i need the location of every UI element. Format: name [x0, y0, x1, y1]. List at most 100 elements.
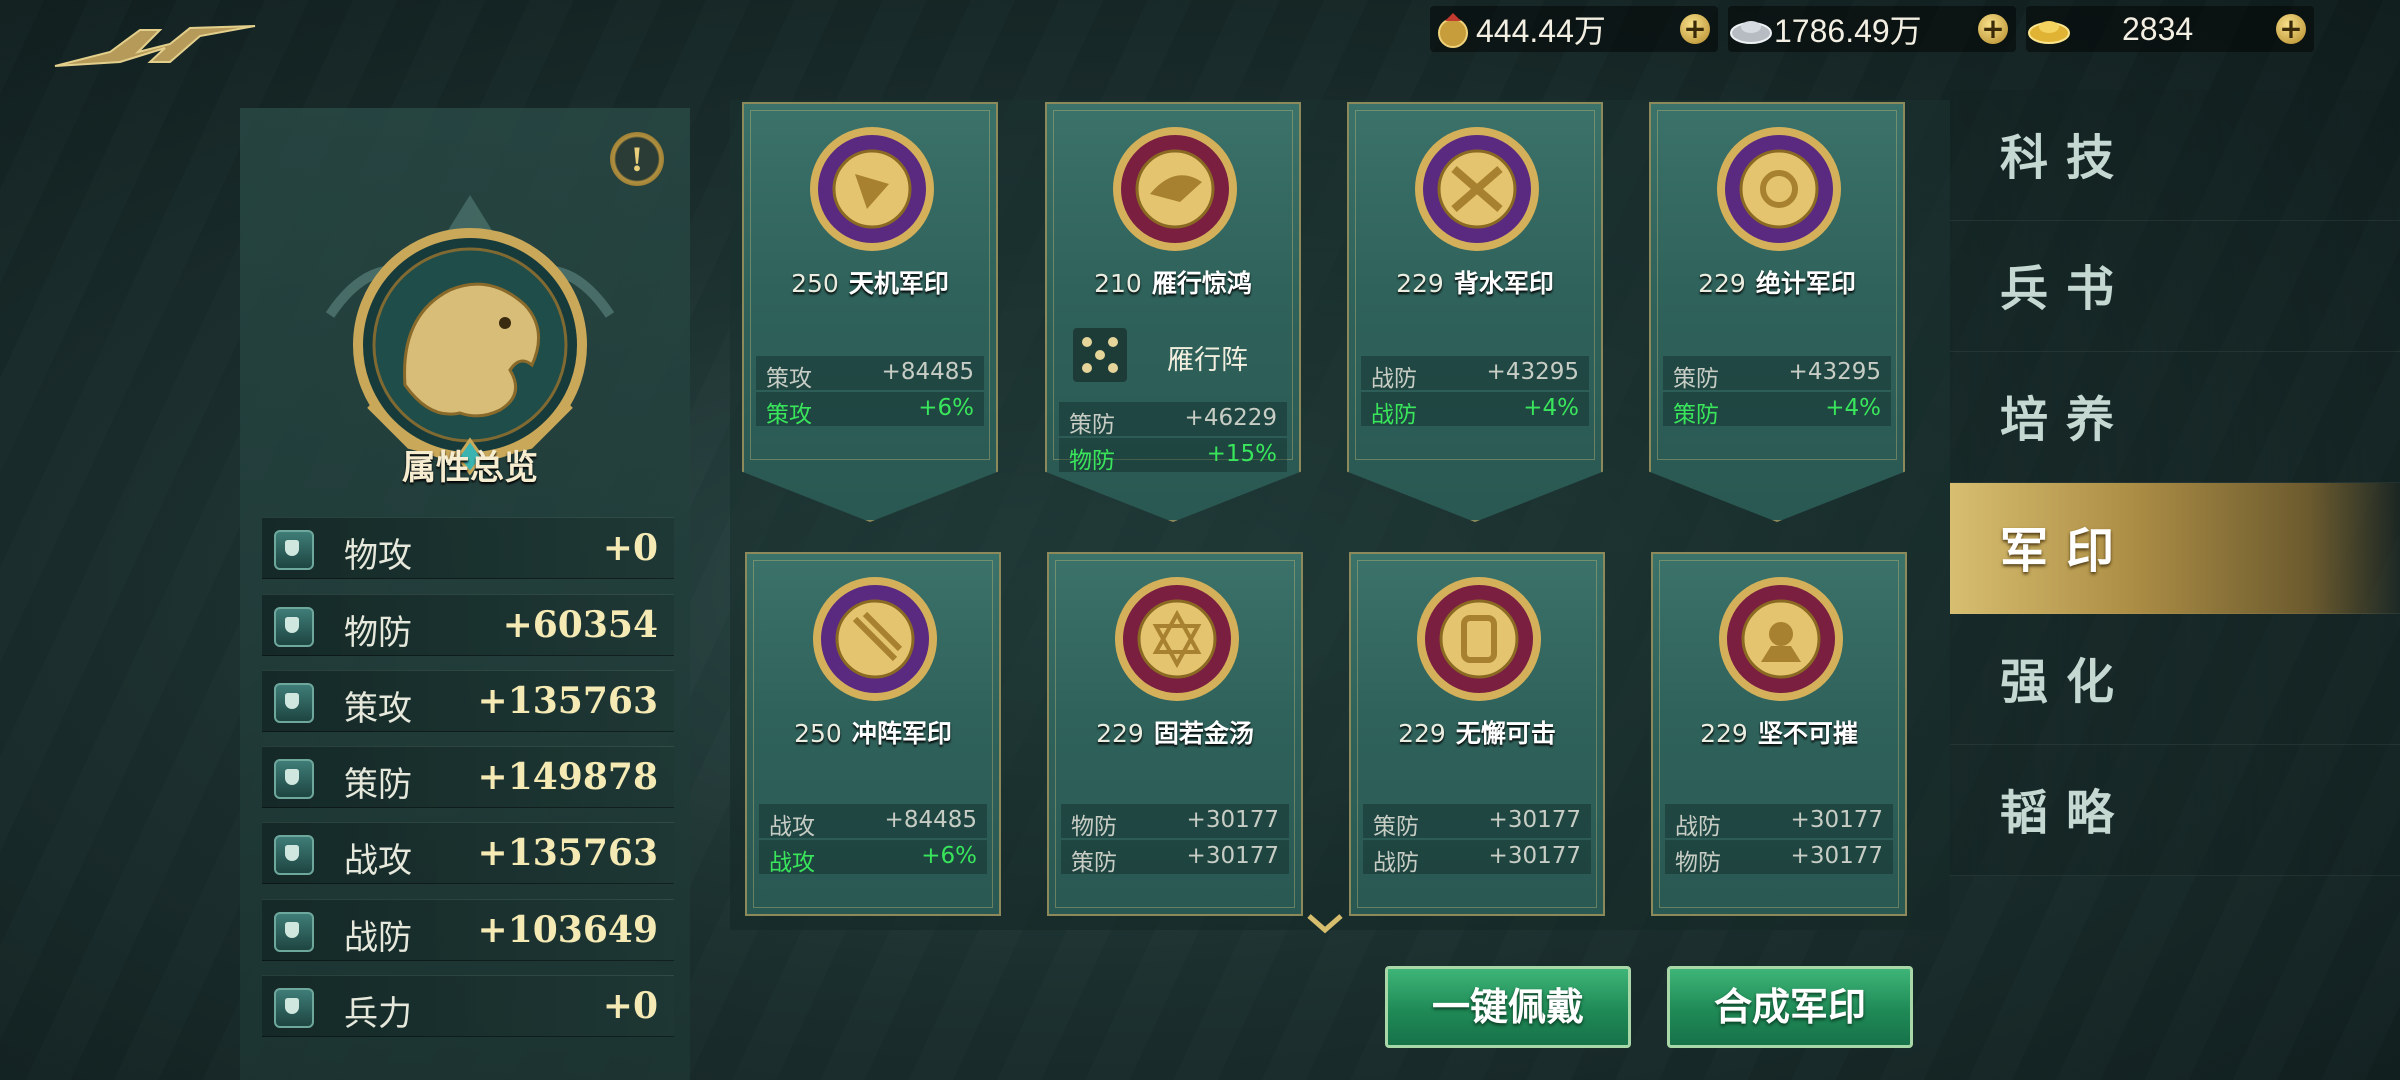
stat-value: +135763 [477, 832, 658, 874]
seal-medal-icon [1115, 577, 1239, 701]
scroll-down-chevron-icon[interactable] [1305, 912, 1345, 936]
gold-ingot-icon [2026, 6, 2072, 52]
seal-bonus-row: 战攻 +6% [759, 840, 987, 876]
stat-value: +0 [602, 527, 658, 569]
horse-icon [274, 835, 314, 875]
stat-key: 战防 [1373, 850, 1419, 876]
seal-title: 229 背水军印 [1349, 264, 1601, 300]
seal-medal-icon [1113, 127, 1237, 251]
seal-stat-row: 战攻 +84485 [759, 804, 987, 840]
stat-key: 策防 [1071, 850, 1117, 876]
tab-label: 强化 [2000, 654, 2133, 710]
seal-level: 229 [1396, 269, 1444, 298]
tab-label: 军印 [2000, 523, 2133, 579]
seal-title: 229 坚不可摧 [1653, 714, 1905, 750]
currency-silver: 1786.49万 + [1728, 6, 2016, 52]
seal-card[interactable]: 229 绝计军印 策防 +43295 策防 +4% [1649, 102, 1905, 522]
seal-stat-row: 物防 +30177 [1061, 804, 1289, 840]
add-gold-button[interactable]: + [2276, 14, 2306, 44]
seal-card[interactable]: 229 无懈可击 策防 +30177 战防 +30177 [1349, 552, 1605, 916]
seal-name: 背水军印 [1453, 269, 1554, 298]
stat-name: 战攻 [344, 841, 412, 881]
seal-medal-icon [1417, 577, 1541, 701]
seal-bonus-row: 策防 +4% [1663, 392, 1891, 428]
add-silver-button[interactable]: + [1978, 14, 2008, 44]
add-coin-button[interactable]: + [1680, 14, 1710, 44]
tab-strategy[interactable]: 韬略 [1950, 745, 2400, 876]
category-tabs: 科技 兵书 培养 军印 强化 韬略 [1950, 90, 2400, 876]
seal-name: 雁行惊鸿 [1151, 269, 1252, 298]
tab-enhance[interactable]: 强化 [1950, 614, 2400, 745]
stat-value: +30177 [1790, 843, 1883, 869]
stat-value: +4% [1523, 395, 1579, 421]
currency-value: 2834 [2122, 10, 2194, 47]
stat-name: 策攻 [344, 689, 412, 729]
stat-row-strategy-attack: 策攻 +135763 [262, 670, 674, 732]
seal-bonus-row: 物防 +15% [1059, 438, 1287, 474]
seal-level: 250 [791, 269, 839, 298]
seal-card[interactable]: 250 冲阵军印 战攻 +84485 战攻 +6% [745, 552, 1001, 916]
stat-key: 策防 [1373, 814, 1419, 840]
stat-value: +30177 [1186, 807, 1279, 833]
seal-title: 229 固若金汤 [1049, 714, 1301, 750]
formation-row: 雁行阵 [1067, 324, 1283, 386]
tab-military-seal[interactable]: 军印 [1950, 483, 2400, 614]
seal-name: 冲阵军印 [851, 719, 952, 748]
stat-key: 战防 [1371, 402, 1417, 428]
stat-name: 物防 [344, 613, 412, 653]
seal-card[interactable]: 229 坚不可摧 战防 +30177 物防 +30177 [1651, 552, 1907, 916]
tab-military-book[interactable]: 兵书 [1950, 221, 2400, 352]
seal-level: 210 [1094, 269, 1142, 298]
stat-value: +6% [921, 843, 977, 869]
seal-name: 绝计军印 [1755, 269, 1856, 298]
equip-all-button[interactable]: 一键佩戴 [1385, 966, 1631, 1048]
stat-value: +30177 [1488, 843, 1581, 869]
stat-key: 策防 [1673, 402, 1719, 428]
tab-label: 培养 [2000, 392, 2133, 448]
seal-level: 229 [1700, 719, 1748, 748]
shield-icon [274, 759, 314, 799]
stat-value: +149878 [477, 756, 658, 798]
stat-value: +43295 [1788, 359, 1881, 385]
stat-row-troops: 兵力 +0 [262, 975, 674, 1037]
tiger-emblem-icon [325, 195, 615, 475]
seal-card[interactable]: 250 天机军印 策攻 +84485 策攻 +6% [742, 102, 998, 522]
currency-value: 444.44万 [1476, 13, 1606, 49]
stat-value: +15% [1206, 441, 1277, 467]
seal-stat-row: 战防 +30177 [1665, 804, 1893, 840]
seal-level: 229 [1096, 719, 1144, 748]
stat-name: 战防 [344, 918, 412, 958]
stat-row-battle-defense: 战防 +103649 [262, 899, 674, 961]
seal-stat-row: 物防 +30177 [1665, 840, 1893, 876]
stat-row-strategy-defense: 策防 +149878 [262, 746, 674, 808]
stat-value: +6% [918, 395, 974, 421]
seal-title: 250 天机军印 [744, 264, 996, 300]
tab-label: 韬略 [2000, 785, 2133, 841]
sword-icon [274, 530, 314, 570]
stat-value: +46229 [1184, 405, 1277, 431]
stat-value: +135763 [477, 680, 658, 722]
seal-title: 250 冲阵军印 [747, 714, 999, 750]
stat-key: 物防 [1069, 448, 1115, 474]
stat-value: +43295 [1486, 359, 1579, 385]
tab-cultivate[interactable]: 培养 [1950, 352, 2400, 483]
stat-row-battle-attack: 战攻 +135763 [262, 822, 674, 884]
seal-stat-row: 策攻 +84485 [756, 356, 984, 392]
silver-ingot-icon [1728, 6, 1774, 52]
seal-card[interactable]: 229 固若金汤 物防 +30177 策防 +30177 [1047, 552, 1303, 916]
synthesize-seal-button[interactable]: 合成军印 [1667, 966, 1913, 1048]
stat-value: +30177 [1790, 807, 1883, 833]
info-warning-button[interactable]: ! [610, 132, 664, 186]
back-logo-icon[interactable] [50, 22, 260, 72]
stat-key: 战攻 [769, 814, 815, 840]
seal-level: 229 [1698, 269, 1746, 298]
seal-name: 坚不可摧 [1757, 719, 1858, 748]
seal-name: 无懈可击 [1455, 719, 1556, 748]
book-icon [274, 683, 314, 723]
tab-tech[interactable]: 科技 [1950, 90, 2400, 221]
seal-card[interactable]: 210 雁行惊鸿 雁行阵 策防 +46229 物防 +15% [1045, 102, 1301, 522]
stat-value: +30177 [1488, 807, 1581, 833]
seal-card[interactable]: 229 背水军印 战防 +43295 战防 +4% [1347, 102, 1603, 522]
seal-stat-row: 策防 +43295 [1663, 356, 1891, 392]
seal-level: 250 [794, 719, 842, 748]
